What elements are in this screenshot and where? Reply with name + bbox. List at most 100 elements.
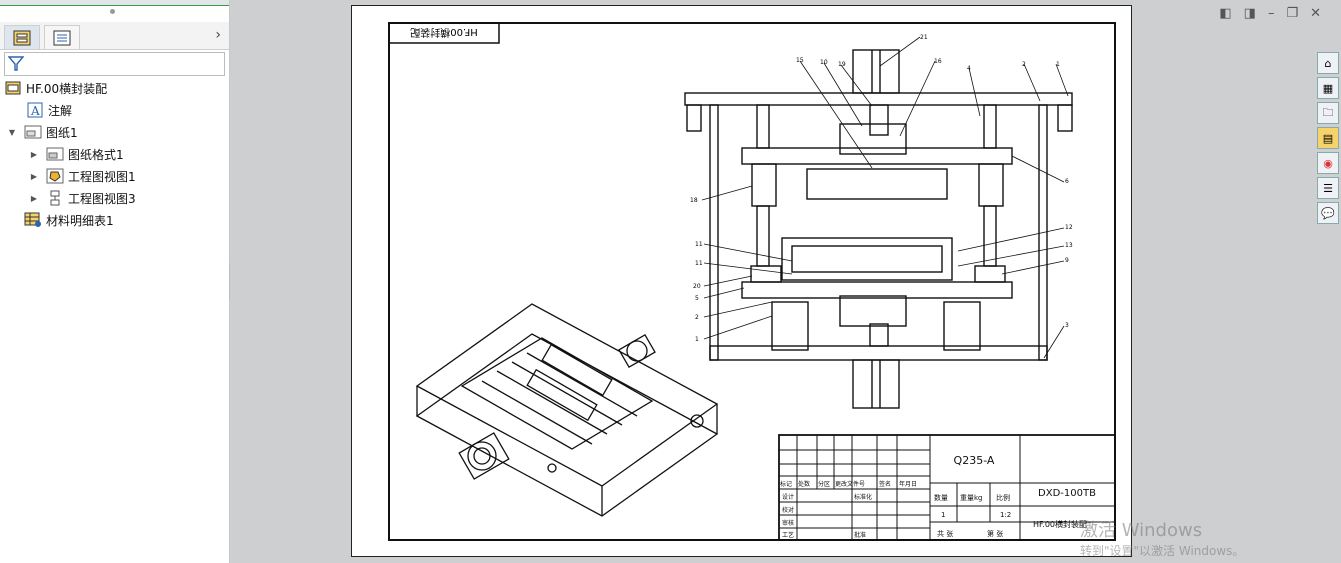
drawing-sheet[interactable]: HF.00横封装配 21 16 4 2 1 6 12 13 9 3 15 10 … [351, 5, 1132, 557]
bottom-cylinder [852, 359, 900, 409]
feature-manager-panel: › HF.00横封装配 A 注解 ▼ 图纸1 ▶ 图纸格式1 ▶ 工程图视图1 [0, 0, 230, 563]
window-controls: ◧ ◨ – ❐ ✕ [1219, 6, 1321, 21]
balloon-callouts: 21 16 4 2 1 6 12 13 9 3 15 10 19 18 11 1… [690, 34, 1073, 359]
annotation-icon: A [26, 102, 44, 118]
svg-text:校对: 校对 [782, 506, 794, 514]
svg-text:5: 5 [695, 295, 699, 302]
svg-text:签名: 签名 [879, 480, 891, 488]
svg-text:分区: 分区 [818, 480, 830, 488]
tab-property-manager[interactable] [44, 25, 80, 50]
tree-item-view3[interactable]: ▶ 工程图视图3 [28, 188, 136, 208]
chevron-right-icon[interactable]: › [215, 27, 221, 43]
svg-text:工艺: 工艺 [782, 531, 794, 539]
title-block-text: Q235-A DXD-100TB HF.00横封装配 数量 重量kg 比例 1 … [780, 454, 1096, 539]
drawing-canvas: HF.00横封装配 21 16 4 2 1 6 12 13 9 3 15 10 … [388, 22, 1116, 541]
material-label: Q235-A [954, 454, 995, 467]
svg-text:9: 9 [1065, 257, 1069, 264]
svg-text:年月日: 年月日 [899, 480, 917, 488]
svg-text:3: 3 [1065, 322, 1069, 329]
isometric-view [415, 303, 719, 517]
svg-text:16: 16 [934, 58, 942, 65]
expand-right-icon[interactable]: ▶ [28, 194, 40, 203]
tab-feature-manager[interactable] [4, 25, 40, 50]
sheet-icon [24, 124, 42, 140]
svg-text:更改文件号: 更改文件号 [835, 480, 865, 488]
panel-tabs: › [0, 22, 229, 50]
scale-value: 1:2 [1000, 511, 1011, 519]
tree-root[interactable]: HF.00横封装配 [4, 78, 107, 98]
svg-text:处数: 处数 [798, 480, 810, 488]
drawing-icon [4, 80, 22, 96]
tree-root-label: HF.00横封装配 [26, 81, 108, 96]
svg-text:A: A [30, 104, 40, 118]
properties-icon [53, 30, 71, 45]
filter-icon [8, 56, 24, 71]
svg-text:10: 10 [820, 59, 828, 66]
svg-text:21: 21 [920, 34, 928, 41]
scale-header: 比例 [996, 493, 1010, 502]
restore-left-icon[interactable]: ◧ [1219, 6, 1231, 21]
svg-text:12: 12 [1065, 224, 1073, 231]
tree-item-label: 图纸格式1 [68, 147, 124, 162]
svg-text:20: 20 [693, 283, 701, 290]
expand-right-icon[interactable]: ▶ [28, 172, 40, 181]
upper-seal-bar [806, 168, 948, 200]
svg-text:4: 4 [967, 65, 971, 72]
svg-text:2: 2 [695, 314, 699, 321]
parts-icon[interactable]: ▦ [1317, 77, 1339, 99]
base-plate [709, 345, 1048, 361]
svg-text:1: 1 [695, 336, 699, 343]
home-icon[interactable]: ⌂ [1317, 52, 1339, 74]
svg-text:标记: 标记 [780, 480, 792, 488]
appearance-icon[interactable]: ◉ [1317, 152, 1339, 174]
svg-text:2: 2 [1022, 61, 1026, 68]
svg-text:设计: 设计 [782, 493, 794, 501]
front-view [684, 49, 1073, 409]
top-plate [684, 92, 1073, 106]
panel-grip-dot[interactable] [110, 9, 115, 14]
tree-item-label: 材料明细表1 [46, 213, 114, 228]
drawing-view-icon [46, 168, 64, 184]
weight-header: 重量kg [960, 494, 983, 502]
close-icon[interactable]: ✕ [1310, 6, 1321, 21]
assembly-icon[interactable]: ▤ [1317, 127, 1339, 149]
forum-icon[interactable]: 💬 [1317, 202, 1339, 224]
tree-item-label: 图纸1 [46, 125, 78, 140]
rotated-title: HF.00横封装配 [410, 26, 478, 39]
svg-text:审核: 审核 [782, 519, 794, 527]
tree-item-label: 工程图视图3 [68, 191, 136, 206]
svg-text:19: 19 [838, 61, 846, 68]
top-cylinder [852, 49, 900, 94]
assembly-name-label: HF.00横封装配 [1033, 519, 1087, 529]
expand-down-icon[interactable]: ▼ [6, 128, 18, 137]
task-pane: ⌂ ▦ 🗀 ▤ ◉ ☰ 💬 [1317, 52, 1339, 224]
assembly-icon [13, 30, 31, 45]
lower-seal-bar [781, 237, 953, 281]
drawing-view-icon [46, 190, 64, 206]
tree-item-sheet[interactable]: ▼ 图纸1 [6, 122, 78, 142]
tree-item-annotations[interactable]: A 注解 [26, 100, 72, 120]
svg-text:6: 6 [1065, 178, 1069, 185]
tree-item-bom[interactable]: 材料明细表1 [24, 210, 114, 230]
tree-item-view1[interactable]: ▶ 工程图视图1 [28, 166, 136, 186]
sheet-format-icon [46, 146, 64, 162]
tree-item-label: 注解 [48, 103, 73, 118]
svg-text:批准: 批准 [854, 531, 866, 539]
activation-watermark-title: 激活 Windows [1080, 520, 1203, 541]
panel-accent-line [0, 5, 229, 6]
svg-text:11: 11 [695, 260, 703, 267]
filter-field[interactable] [4, 52, 225, 76]
expand-right-icon[interactable]: ▶ [28, 150, 40, 159]
part-code-label: DXD-100TB [1038, 488, 1096, 499]
upper-beam [741, 147, 1013, 165]
sheet-total: 共 张 [937, 529, 953, 538]
bom-table-icon [24, 212, 42, 228]
svg-text:15: 15 [796, 57, 804, 64]
minimize-icon[interactable]: – [1268, 6, 1275, 21]
restore-right-icon[interactable]: ◨ [1244, 6, 1256, 21]
maximize-icon[interactable]: ❐ [1286, 6, 1298, 21]
tree-item-sheet-format[interactable]: ▶ 图纸格式1 [28, 144, 124, 164]
properties-icon[interactable]: ☰ [1317, 177, 1339, 199]
svg-text:11: 11 [695, 241, 703, 248]
folder-icon[interactable]: 🗀 [1317, 102, 1339, 124]
